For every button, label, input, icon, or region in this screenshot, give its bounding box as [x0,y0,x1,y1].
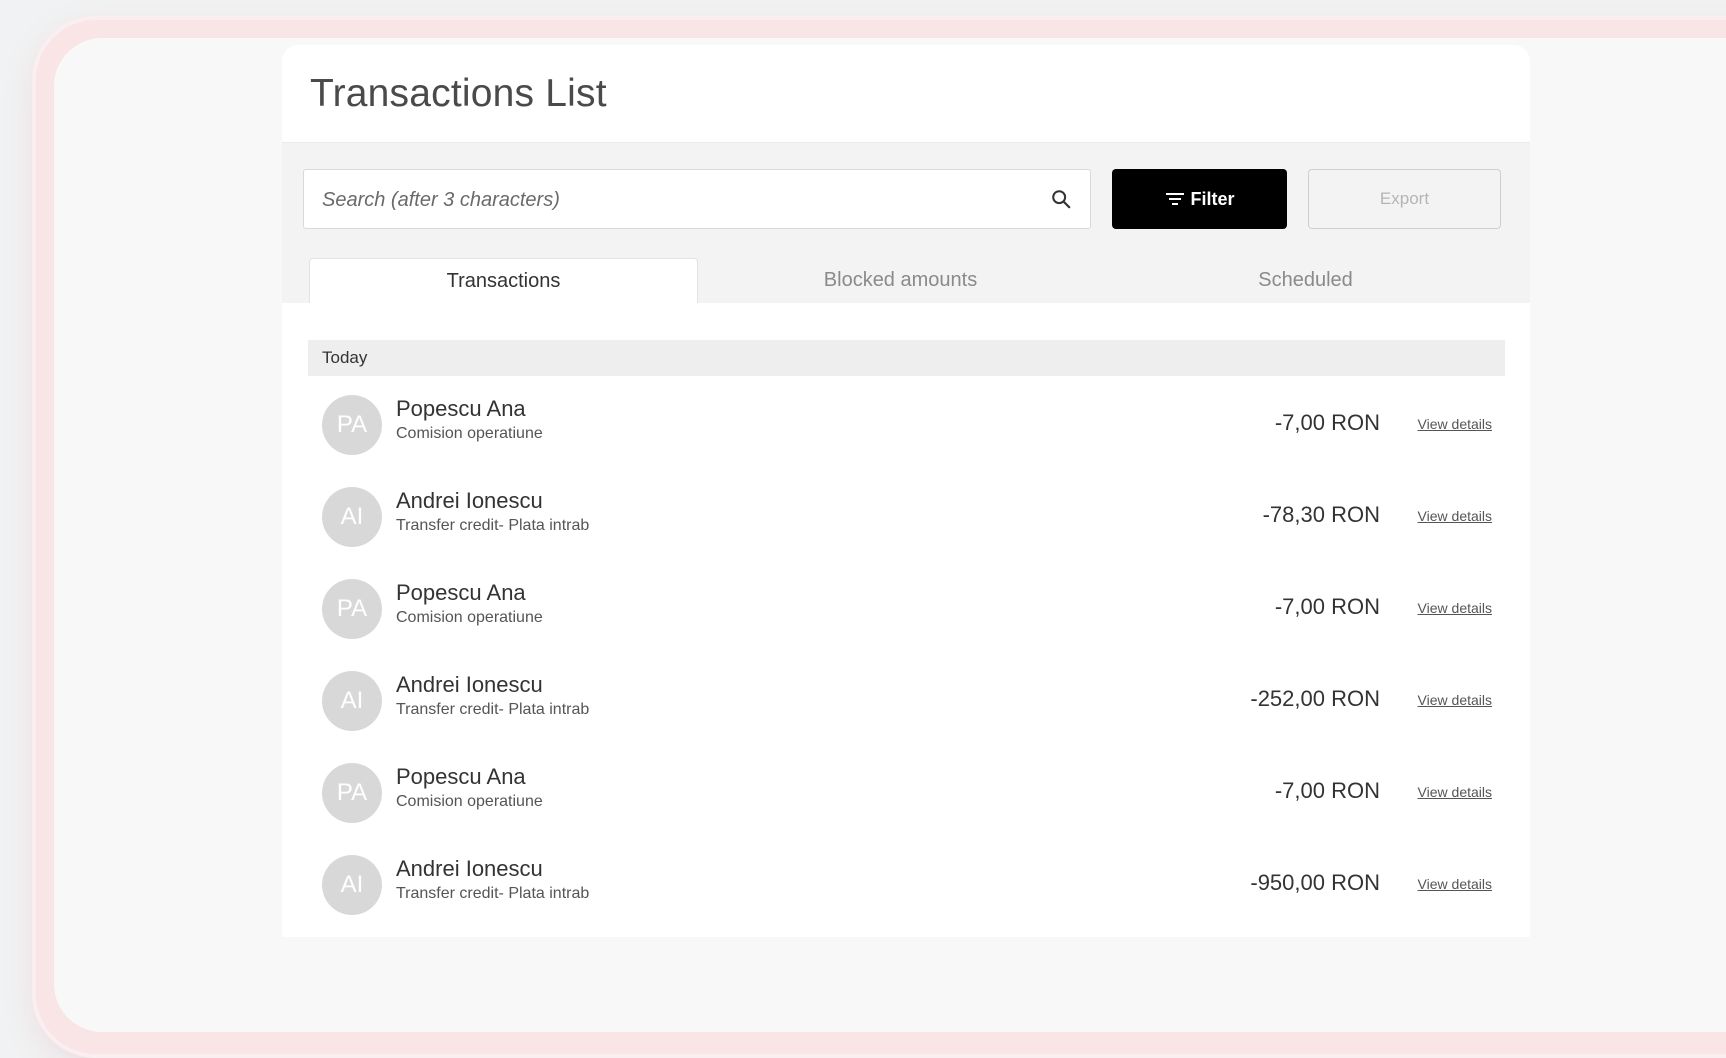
view-details-link[interactable]: View details [1418,692,1492,708]
transaction-amount: -950,00 RON [1250,870,1380,895]
filter-button-label: Filter [1190,188,1235,209]
transaction-name: Popescu Ana [396,580,526,605]
transaction-amount: -7,00 RON [1274,410,1380,435]
transaction-amount: -7,00 RON [1274,778,1380,803]
transaction-amount: -78,30 RON [1262,502,1380,527]
transaction-name: Andrei Ionescu [396,856,543,881]
transaction-row: PA Popescu Ana Comision operatiune -7,00… [308,378,1505,470]
page-title: Transactions List [310,71,607,115]
transaction-description: Transfer credit- Plata intrab [396,885,590,902]
transaction-row: AI Andrei Ionescu Transfer credit- Plata… [308,654,1505,746]
transaction-amount: -252,00 RON [1250,686,1380,711]
transaction-amount: -7,00 RON [1274,594,1380,619]
avatar: PA [322,395,382,455]
transaction-row: AI Andrei Ionescu Transfer credit- Plata… [308,470,1505,562]
group-header-today: Today [308,340,1505,376]
export-button[interactable]: Export [1308,169,1501,229]
view-details-link[interactable]: View details [1418,508,1492,524]
panel-header: Transactions List [282,45,1530,143]
transaction-description: Comision operatiune [396,425,543,442]
search-icon[interactable] [1050,188,1072,210]
view-details-link[interactable]: View details [1418,600,1492,616]
tab-bar: Transactions Blocked amounts Scheduled [282,258,1530,304]
avatar: AI [322,487,382,547]
search-box[interactable] [303,169,1091,230]
view-details-link[interactable]: View details [1418,784,1492,800]
transaction-row: AI Andrei Ionescu Transfer credit- Plata… [308,838,1505,930]
transaction-description: Comision operatiune [396,609,543,626]
filter-icon [1166,193,1185,205]
tab-label: Blocked amounts [823,269,978,291]
transaction-name: Andrei Ionescu [396,488,543,513]
tab-scheduled[interactable]: Scheduled [1103,258,1508,303]
tab-label: Transactions [446,269,561,292]
transaction-description: Comision operatiune [396,793,543,810]
tab-transactions[interactable]: Transactions [309,258,698,304]
toolbar: Filter Export [303,169,1504,231]
transactions-list: Today PA Popescu Ana Comision operatiune… [282,303,1530,937]
tab-label: Scheduled [1258,269,1353,291]
avatar: PA [322,763,382,823]
transaction-rows: PA Popescu Ana Comision operatiune -7,00… [308,378,1505,930]
transaction-name: Andrei Ionescu [396,672,543,697]
avatar: AI [322,671,382,731]
transaction-description: Transfer credit- Plata intrab [396,517,590,534]
transaction-row: PA Popescu Ana Comision operatiune -7,00… [308,746,1505,838]
filter-button[interactable]: Filter [1112,169,1287,229]
search-input[interactable] [320,170,1024,230]
transaction-name: Popescu Ana [396,396,526,421]
tab-blocked-amounts[interactable]: Blocked amounts [698,258,1103,303]
avatar: AI [322,855,382,915]
transaction-description: Transfer credit- Plata intrab [396,701,590,718]
view-details-link[interactable]: View details [1418,876,1492,892]
transaction-name: Popescu Ana [396,764,526,789]
avatar: PA [322,579,382,639]
view-details-link[interactable]: View details [1418,416,1492,432]
transactions-panel: Transactions List Filter Export Transact… [282,45,1530,937]
transaction-row: PA Popescu Ana Comision operatiune -7,00… [308,562,1505,654]
